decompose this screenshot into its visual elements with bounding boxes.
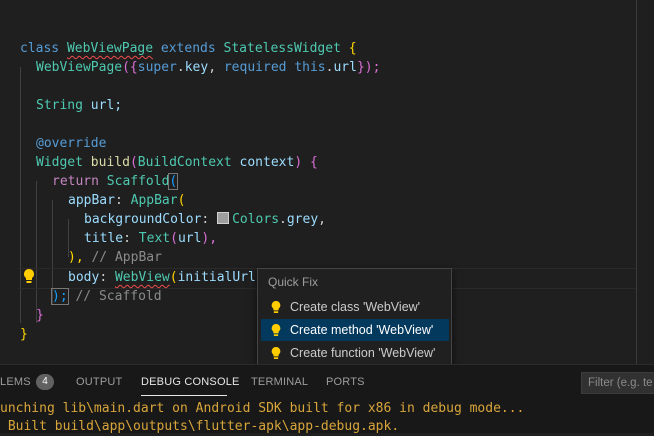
lightbulb-icon xyxy=(271,301,281,313)
code-line: } xyxy=(20,327,28,342)
lightbulb-icon xyxy=(271,324,281,336)
tab-ports[interactable]: PORTS xyxy=(326,376,365,388)
code-line: ); // Scaffold xyxy=(51,288,162,305)
tab-problems[interactable]: LEMS xyxy=(0,376,31,388)
code-line: WebViewPage({super.key, required this.ur… xyxy=(36,60,381,75)
active-tab-indicator xyxy=(141,395,227,396)
code-line: String url; xyxy=(36,98,123,113)
code-line: title: Text(url), xyxy=(84,231,218,246)
code-line: backgroundColor: Colors.grey, xyxy=(84,212,326,227)
tab-terminal[interactable]: TERMINAL xyxy=(251,376,308,388)
tab-debug-console[interactable]: DEBUG CONSOLE xyxy=(141,376,240,388)
indent-guide xyxy=(36,181,37,323)
code-line: body: WebView(initialUrl: xyxy=(68,270,264,285)
problems-count-badge: 4 xyxy=(36,374,54,390)
code-line: @override xyxy=(36,136,107,151)
console-line: unching lib\main.dart on Android SDK bui… xyxy=(0,401,525,416)
color-swatch-icon[interactable] xyxy=(217,212,230,224)
console-filter-input[interactable]: Filter (e.g. te xyxy=(581,372,654,394)
editor-scrollbar[interactable] xyxy=(636,0,637,364)
quick-fix-create-class[interactable]: Create class 'WebView' xyxy=(261,296,449,318)
quick-fix-create-function[interactable]: Create function 'WebView' xyxy=(261,342,449,364)
quick-fix-title: Quick Fix xyxy=(268,275,319,289)
code-line: ), // AppBar xyxy=(68,250,162,265)
bottom-panel: LEMS 4 OUTPUT DEBUG CONSOLE TERMINAL POR… xyxy=(0,364,654,434)
code-line: Widget build(BuildContext context) { xyxy=(36,155,318,170)
code-line: } xyxy=(36,308,44,323)
code-line: appBar: AppBar( xyxy=(68,193,186,208)
code-line: class WebViewPage extends StatelessWidge… xyxy=(20,41,357,56)
lightbulb-icon[interactable] xyxy=(22,268,36,284)
code-line: return Scaffold( xyxy=(52,173,179,190)
tab-output[interactable]: OUTPUT xyxy=(76,376,122,388)
console-line: Built build\app\outputs\flutter-apk\app-… xyxy=(0,419,400,434)
lightbulb-icon xyxy=(271,347,281,359)
quick-fix-menu: Quick Fix Create class 'WebView' Create … xyxy=(257,268,452,369)
quick-fix-create-method[interactable]: Create method 'WebView' xyxy=(261,319,449,341)
